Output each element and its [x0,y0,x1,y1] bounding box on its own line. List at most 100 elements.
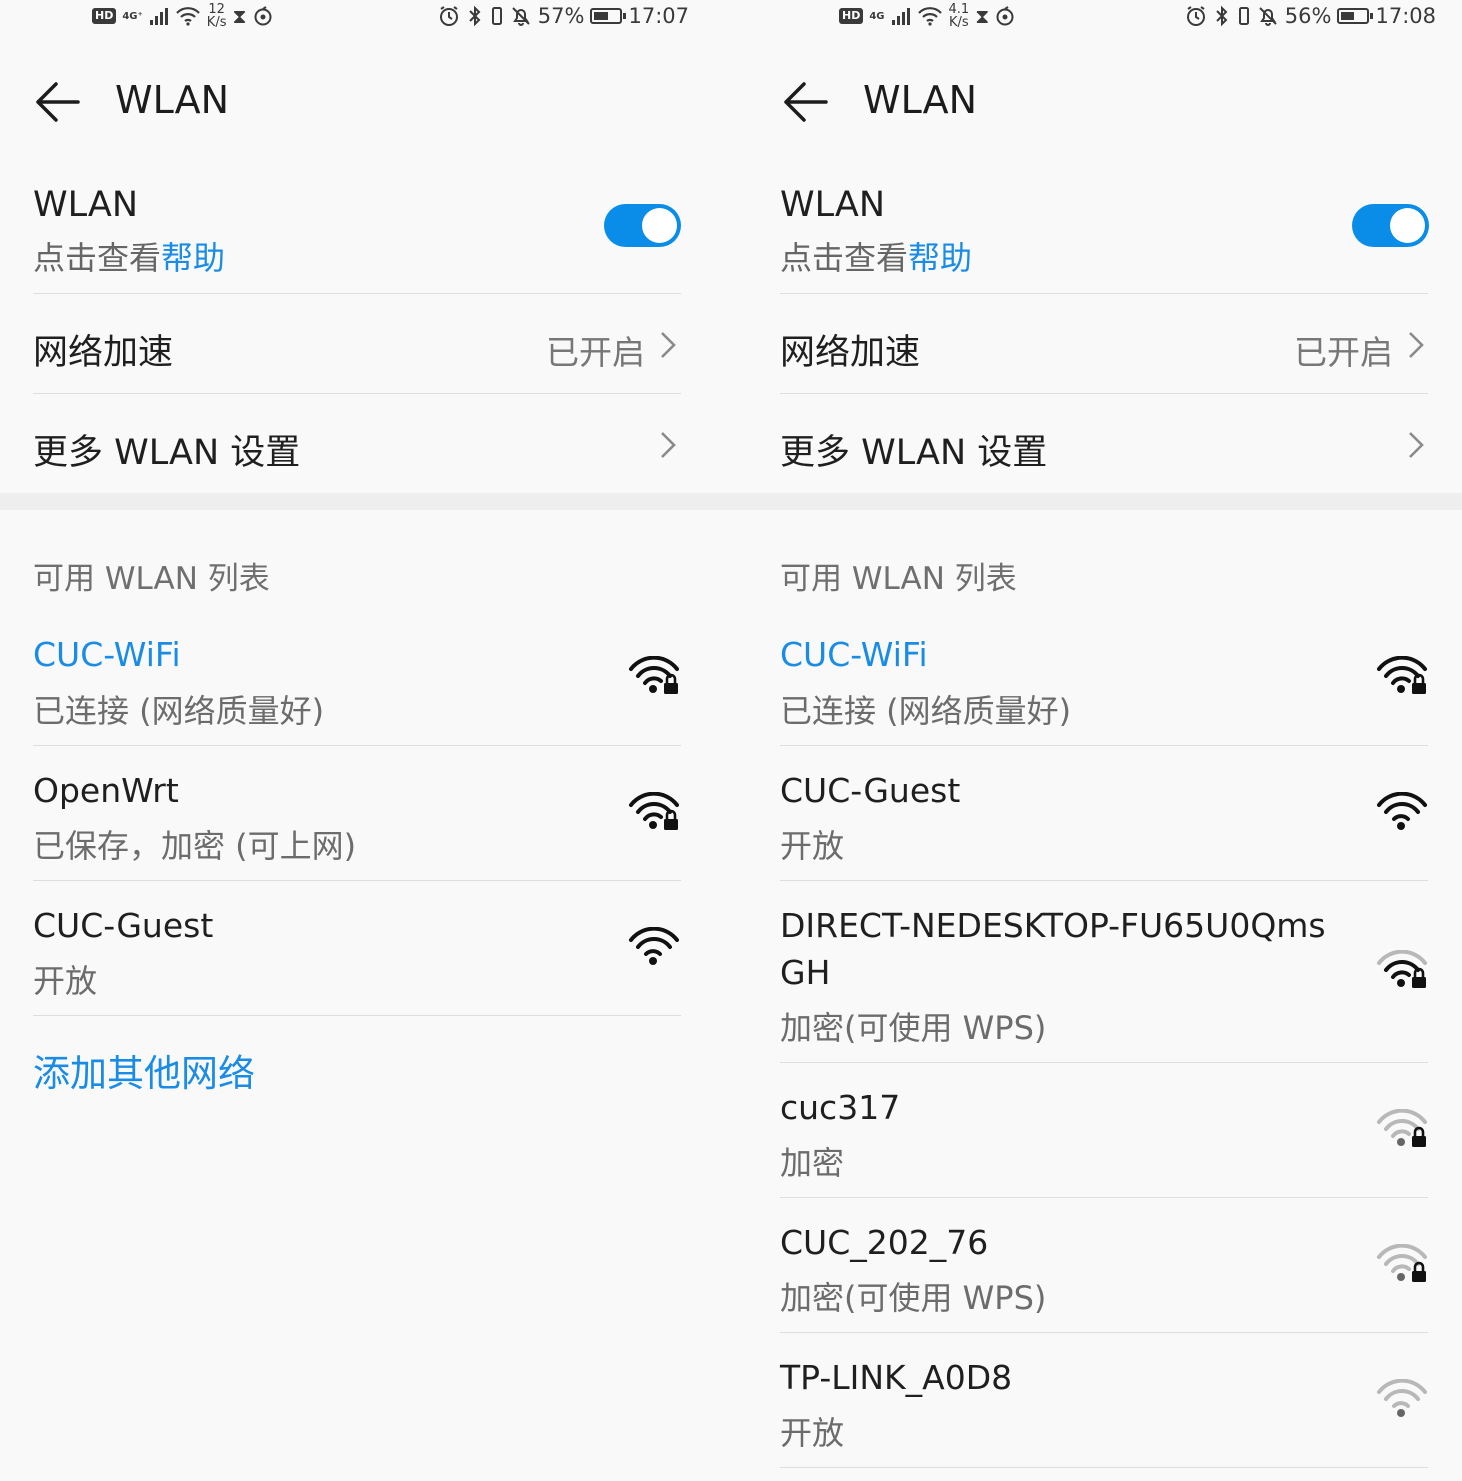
network-acceleration-value: 已开启 [546,333,645,372]
wlan-toggle-label: WLAN [780,185,886,225]
alarm-icon [439,6,458,26]
network-status: 已保存，加密 (可上网) [33,827,357,865]
page-title: WLAN [115,78,230,122]
back-arrow-icon[interactable] [34,80,80,124]
help-link[interactable]: 帮助 [161,239,225,277]
network-type-label: 4G [869,10,885,22]
network-acceleration-label[interactable]: 网络加速 [33,324,173,375]
alarm-icon [1186,6,1205,26]
more-wlan-settings-label[interactable]: 更多 WLAN 设置 [33,424,300,475]
network-status: 加密(可使用 WPS) [780,1009,1047,1047]
hourglass-icon: ⧗ [232,4,247,28]
add-other-network-link[interactable]: 添加其他网络 [33,1043,255,1097]
network-status: 加密 [780,1144,845,1182]
wifi-weak-icon [1377,1379,1427,1417]
wlan-screen-right: HD 4G 4.1 K/s ⧗ 56% 17:08 WLAN WLAN 点击查看帮… [731,0,1462,1481]
wifi-lock-weak-icon [1377,950,1427,988]
toggle-knob [1390,208,1425,243]
wifi-lock-icon [629,792,679,830]
more-wlan-settings-label[interactable]: 更多 WLAN 设置 [780,424,1047,475]
network-status: 已连接 (网络质量好) [33,692,325,730]
wlan-toggle-switch[interactable] [604,204,681,247]
network-name[interactable]: CUC-WiFi [33,635,181,674]
status-bar: HD 4G⁺ 12 K/s ⧗ 57% 17:07 [0,0,731,34]
battery-icon [1337,8,1374,24]
network-status: 开放 [780,1414,845,1452]
mute-icon [512,7,530,26]
network-name[interactable]: CUC_202_76 [780,1223,988,1262]
hd-badge: HD [839,8,864,24]
available-networks-header: 可用 WLAN 列表 [780,561,1017,597]
divider [780,745,1428,746]
divider [780,293,1428,294]
network-name[interactable]: CUC-Guest [33,906,213,945]
network-name[interactable]: DIRECT-NEDESKTOP-FU65U0Qms [780,906,1326,945]
vibrate-icon [1238,7,1249,25]
wlan-help-text: 点击查看帮助 [780,239,973,277]
network-name[interactable]: OpenWrt [33,771,179,810]
battery-percent: 56% [1284,4,1332,28]
divider [780,880,1428,881]
cellular-signal-icon [891,8,910,25]
toggle-knob [642,208,677,243]
divider [780,393,1428,394]
status-bar: HD 4G 4.1 K/s ⧗ 56% 17:08 [731,0,1462,34]
wifi-status-icon [175,7,200,26]
wifi-lock-weak-icon [1377,1109,1427,1147]
wifi-lock-icon [1377,656,1427,694]
vibrate-icon [491,7,502,25]
chevron-right-icon[interactable] [658,430,678,460]
divider [780,1332,1428,1333]
network-name[interactable]: CUC-Guest [780,771,960,810]
wifi-lock-weak-icon [1377,1244,1427,1282]
battery-percent: 57% [537,4,585,28]
mute-icon [1259,7,1277,26]
network-status: 开放 [780,827,845,865]
network-acceleration-label[interactable]: 网络加速 [780,324,920,375]
divider [780,1467,1428,1468]
section-separator [0,493,731,510]
bluetooth-icon [1216,5,1228,27]
section-separator [731,493,1462,510]
divider [780,1062,1428,1063]
network-status: 已连接 (网络质量好) [780,692,1072,730]
network-status: 加密(可使用 WPS) [780,1279,1047,1317]
wifi-status-icon [917,7,942,26]
wifi-icon [629,927,679,965]
divider [33,880,681,881]
app-notification-icon [996,6,1014,26]
back-arrow-icon[interactable] [782,80,828,124]
wlan-toggle-switch[interactable] [1352,204,1429,247]
hourglass-icon: ⧗ [975,4,990,28]
network-speed: 4.1 K/s [948,2,970,30]
wifi-icon [1377,792,1427,830]
network-acceleration-value: 已开启 [1294,333,1393,372]
battery-icon [590,8,627,24]
divider [33,745,681,746]
divider [33,293,681,294]
wlan-screen-left: HD 4G⁺ 12 K/s ⧗ 57% 17:07 WLAN WLAN 点击查看帮… [0,0,731,1481]
wlan-toggle-label: WLAN [33,185,139,225]
network-speed: 12 K/s [206,2,227,30]
divider [33,393,681,394]
help-link[interactable]: 帮助 [908,239,972,277]
network-name[interactable]: cuc317 [780,1088,900,1127]
network-name[interactable]: CUC-WiFi [780,635,928,674]
available-networks-header: 可用 WLAN 列表 [33,561,270,597]
hd-badge: HD [92,8,117,24]
divider [33,1015,681,1016]
network-name-continued: GH [780,953,831,992]
network-name[interactable]: TP-LINK_A0D8 [780,1358,1012,1397]
wifi-lock-icon [629,656,679,694]
app-notification-icon [254,6,272,26]
network-type-label: 4G⁺ [122,10,143,22]
clock: 17:08 [1375,4,1436,28]
chevron-right-icon[interactable] [658,330,678,360]
clock: 17:07 [628,4,689,28]
bluetooth-icon [469,5,481,27]
divider [780,1197,1428,1198]
chevron-right-icon[interactable] [1406,430,1426,460]
network-status: 开放 [33,962,98,1000]
chevron-right-icon[interactable] [1406,330,1426,360]
page-title: WLAN [863,78,978,122]
